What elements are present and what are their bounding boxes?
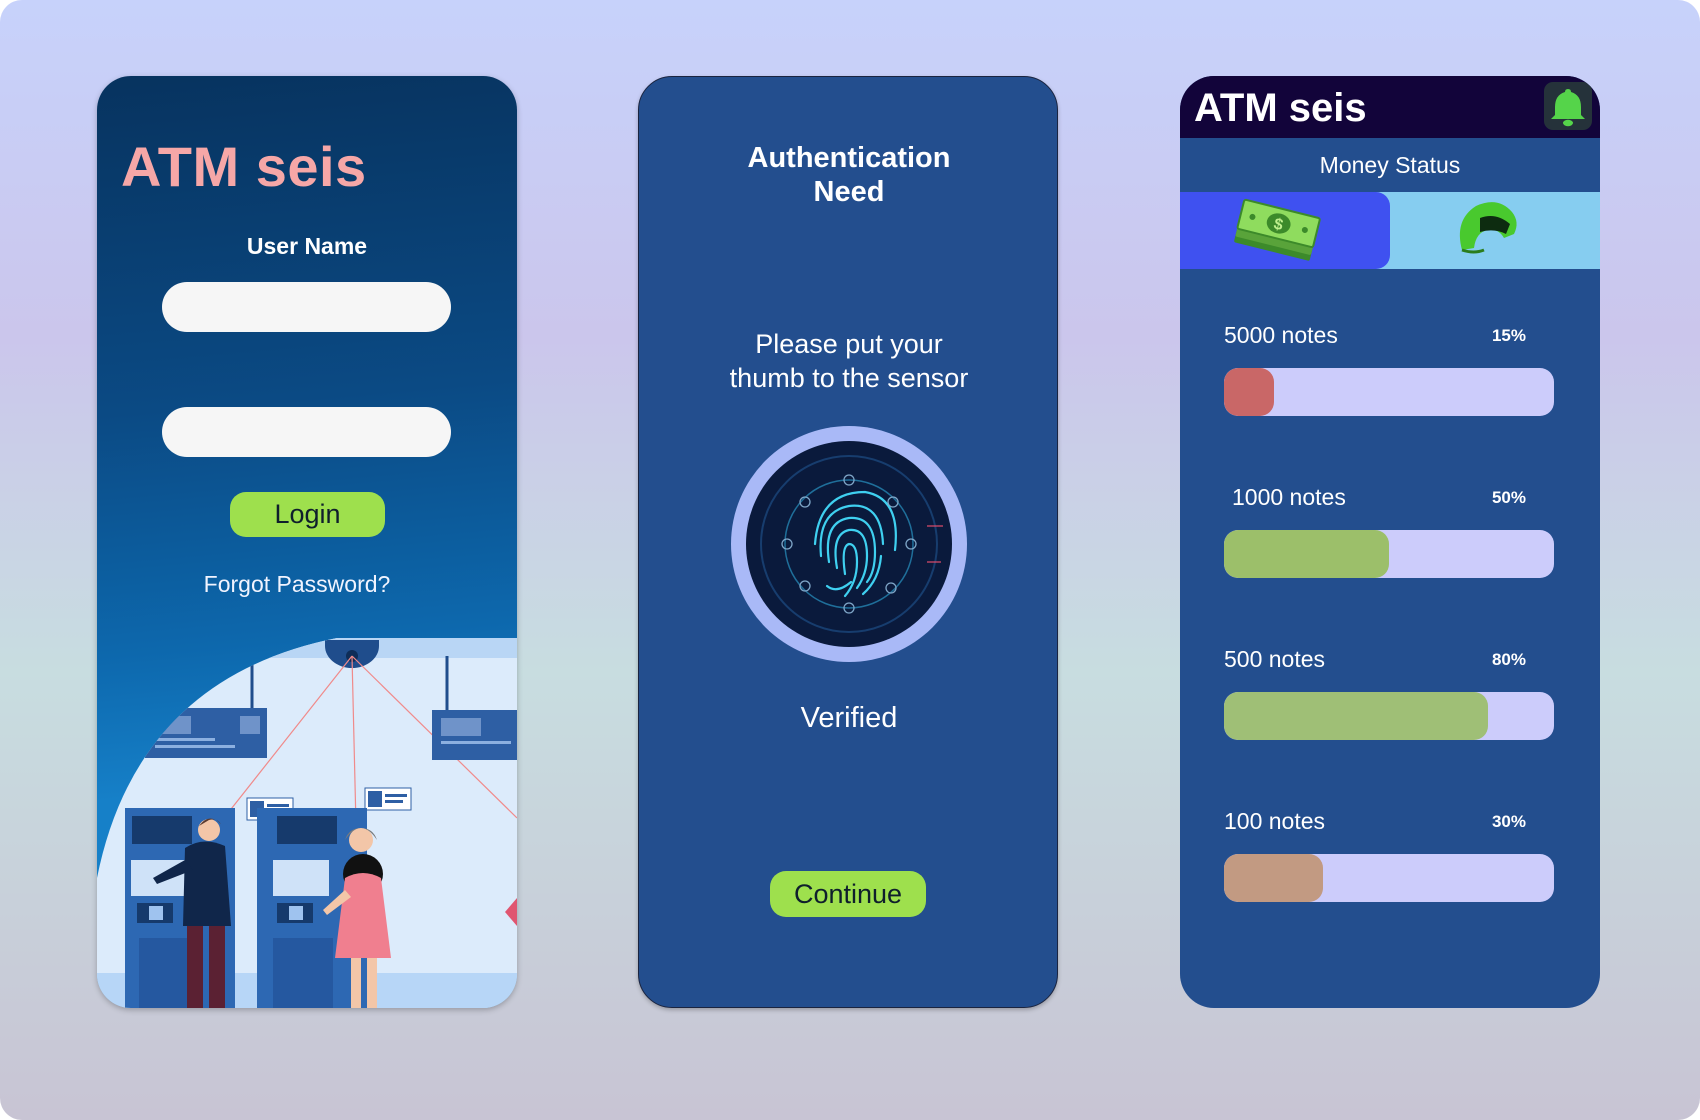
fingerprint-sensor-icon[interactable] [731, 426, 967, 662]
brand-title: ATM seis [1194, 86, 1367, 130]
verification-status: Verified [800, 702, 898, 734]
notes-row-100: 100 notes 30% [1224, 808, 1554, 902]
notes-label: 5000 notes [1224, 322, 1338, 348]
notes-label: 500 notes [1224, 646, 1326, 672]
auth-title-line2: Need [813, 176, 885, 208]
auth-title: Authentication Need [639, 141, 1057, 209]
canvas-background: ATM seis User Name Login Forgot Password… [0, 0, 1700, 1120]
notes-progress-track [1224, 530, 1554, 578]
notes-progress-fill [1224, 854, 1323, 902]
category-tabs: $ [1180, 192, 1600, 269]
notes-label: 1000 notes [1232, 484, 1346, 510]
helmet-icon [1459, 202, 1517, 254]
tab-money[interactable]: $ [1180, 192, 1390, 269]
notes-progress-fill [1224, 368, 1274, 416]
notes-row-1000: 1000 notes 50% [1224, 484, 1554, 578]
instruction-line2: thumb to the sensor [729, 363, 969, 393]
top-bar: ATM seis [1180, 76, 1600, 138]
continue-button[interactable]: Continue [770, 871, 926, 917]
notes-label: 100 notes [1224, 808, 1326, 834]
section-title: Money Status [1319, 152, 1461, 178]
money-status-screen: ATM seis Money Status $ 5000 notes 15% 1… [1180, 76, 1600, 1008]
notes-progress-fill [1224, 692, 1488, 740]
username-input[interactable] [162, 282, 451, 332]
notification-button[interactable] [1544, 82, 1592, 130]
authentication-screen: Authentication Need Please put your thum… [638, 76, 1058, 1008]
notes-row-500: 500 notes 80% [1224, 646, 1554, 740]
bell-icon [1551, 89, 1585, 127]
cash-stack-icon: $ [1234, 198, 1321, 261]
login-button[interactable]: Login [230, 492, 385, 537]
notes-percent: 80% [1491, 650, 1526, 669]
instruction-line1: Please put your [755, 329, 943, 359]
auth-title-line1: Authentication [747, 142, 951, 174]
notes-percent: 30% [1491, 812, 1526, 831]
notes-progress-track [1224, 854, 1554, 902]
notes-progress-fill [1224, 530, 1389, 578]
instruction-text: Please put your thumb to the sensor [639, 327, 1057, 395]
notes-percent: 50% [1491, 488, 1526, 507]
password-input[interactable] [162, 407, 451, 457]
login-screen: ATM seis User Name Login Forgot Password… [97, 76, 517, 1008]
username-label: User Name [246, 233, 368, 259]
notes-row-5000: 5000 notes 15% [1224, 322, 1554, 416]
tab-helmet[interactable] [1390, 192, 1600, 269]
brand-title: ATM seis [121, 135, 367, 198]
atm-illustration [97, 638, 517, 1008]
notes-percent: 15% [1491, 326, 1526, 345]
forgot-password-link[interactable]: Forgot Password? [97, 571, 497, 598]
notes-progress-track [1224, 368, 1554, 416]
notes-progress-track [1224, 692, 1554, 740]
